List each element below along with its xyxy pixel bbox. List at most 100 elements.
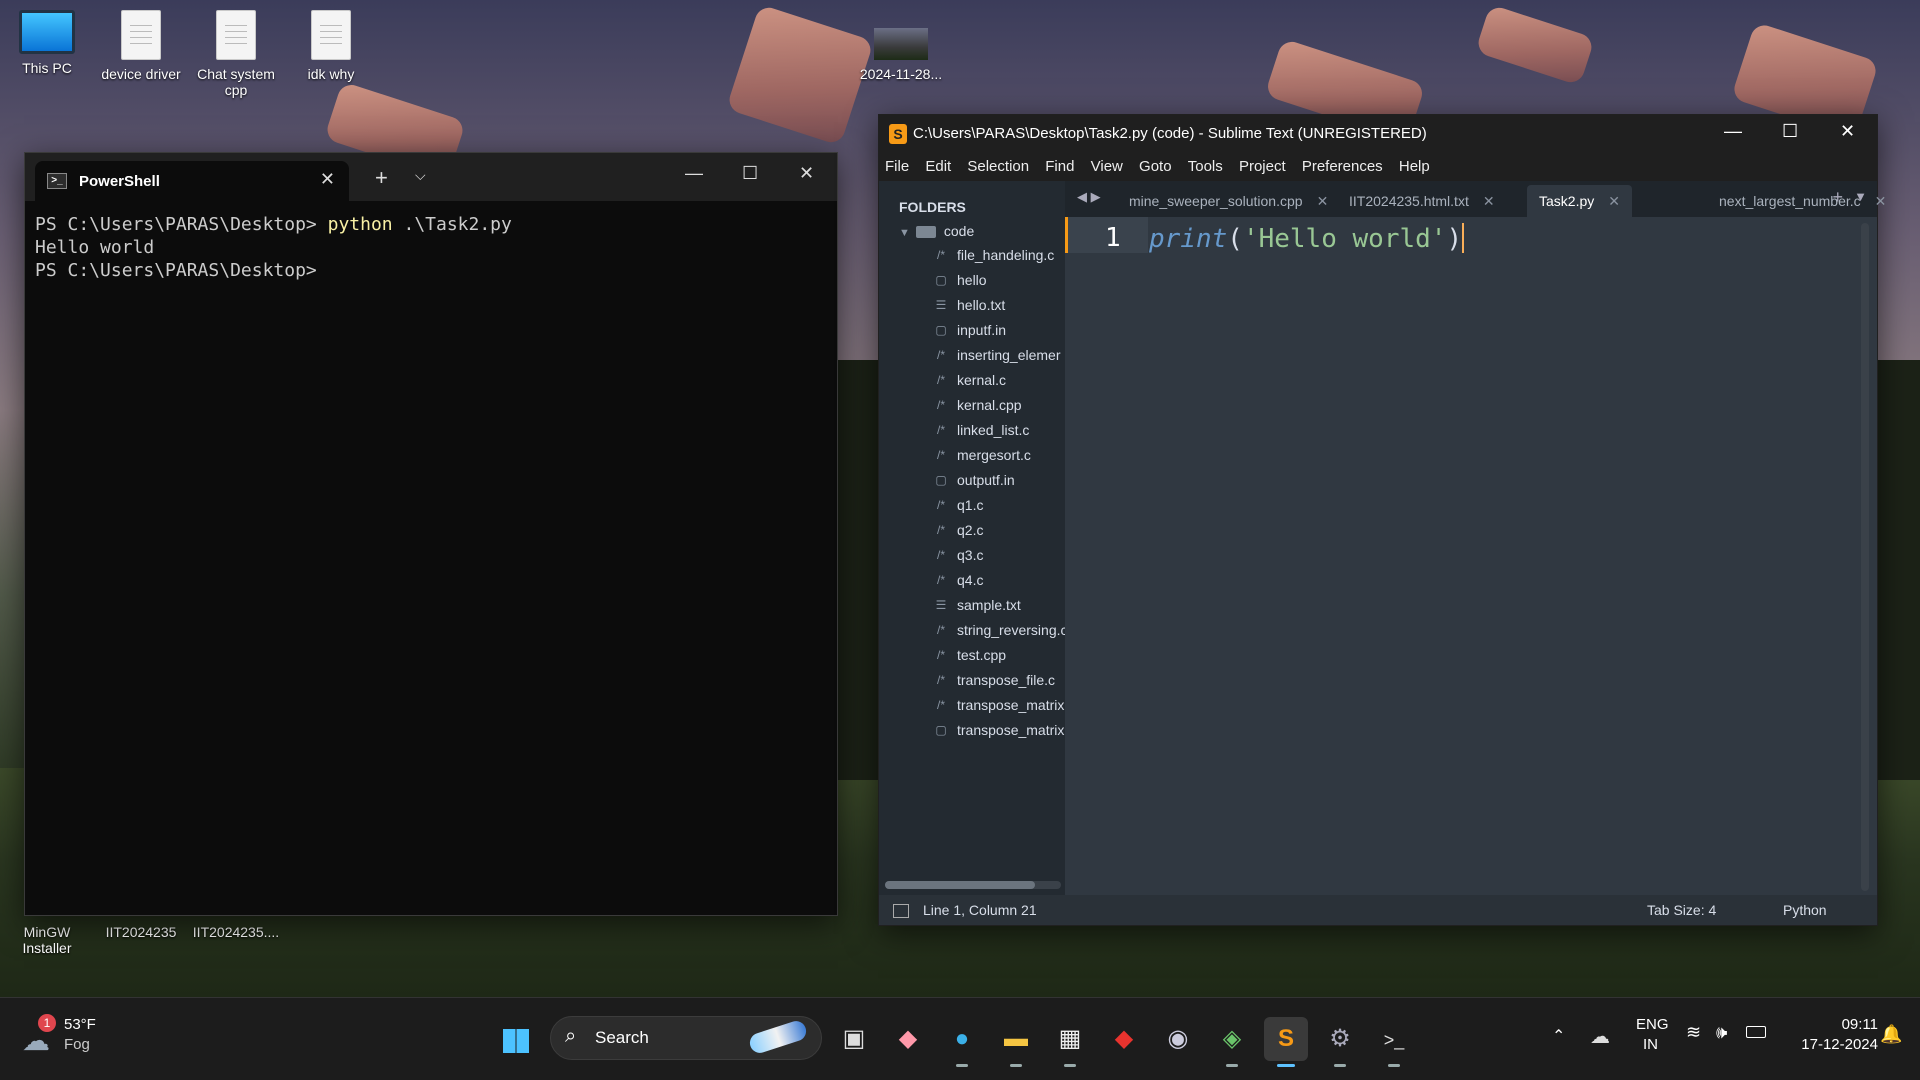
sidebar-file[interactable]: /* linked_list.c <box>879 418 1065 443</box>
sublime-window[interactable]: S C:\Users\PARAS\Desktop\Task2.py (code)… <box>878 114 1886 926</box>
sidebar-file[interactable]: ▢ hello <box>879 268 1065 293</box>
monitor-icon <box>19 10 75 54</box>
clock-date[interactable]: 17-12-2024 <box>1778 1036 1878 1053</box>
camera-button[interactable]: ◉ <box>1156 1017 1200 1061</box>
volume-icon[interactable]: 🕪 <box>1716 1022 1727 1043</box>
menu-preferences[interactable]: Preferences <box>1296 153 1389 175</box>
sidebar-scrollbar[interactable] <box>885 881 1061 889</box>
sidebar-file[interactable]: /* kernal.c <box>879 368 1065 393</box>
menu-selection[interactable]: Selection <box>961 153 1035 175</box>
store-button[interactable]: ▦ <box>1048 1017 1092 1067</box>
terminal-taskbar-button[interactable]: >_ <box>1372 1017 1416 1067</box>
settings-button[interactable]: ⚙ <box>1318 1017 1362 1067</box>
close-window-button[interactable]: ✕ <box>799 163 814 184</box>
running-indicator <box>956 1064 968 1067</box>
desktop-icon-iit2024235[interactable]: IIT2024235 <box>96 924 186 940</box>
taskbar-search[interactable]: ⌕ Search <box>550 1016 822 1060</box>
weather-widget[interactable]: ☁ 1 <box>22 1014 62 1056</box>
language-primary[interactable]: ENG <box>1636 1016 1669 1033</box>
sidebar-file[interactable]: ▢ transpose_matrix <box>879 718 1065 743</box>
sidebar-file[interactable]: /* transpose_matrix <box>879 693 1065 718</box>
scrollbar-thumb[interactable] <box>885 881 1035 889</box>
close-window-button[interactable]: ✕ <box>1840 121 1855 142</box>
syntax-indicator[interactable]: Python <box>1783 902 1827 918</box>
tab-list-dropdown-icon[interactable]: ▼ <box>1854 189 1867 204</box>
copilot-button[interactable]: ◆ <box>886 1017 930 1061</box>
desktop-icon-device-driver[interactable]: device driver <box>96 10 186 82</box>
menu-find[interactable]: Find <box>1039 153 1080 175</box>
sidebar-file[interactable]: /* string_reversing.c <box>879 618 1065 643</box>
sidebar-file[interactable]: /* transpose_file.c <box>879 668 1065 693</box>
task-view-button[interactable]: ▣ <box>832 1017 876 1061</box>
close-tab-icon[interactable]: ✕ <box>320 169 335 190</box>
sidebar-file[interactable]: ☰ sample.txt <box>879 593 1065 618</box>
menu-edit[interactable]: Edit <box>919 153 957 175</box>
sidebar-file[interactable]: ▢ outputf.in <box>879 468 1065 493</box>
sidebar-file[interactable]: ☰ hello.txt <box>879 293 1065 318</box>
language-region[interactable]: IN <box>1643 1036 1658 1053</box>
maximize-button[interactable]: ☐ <box>1782 121 1798 142</box>
tab-task2[interactable]: Task2.py ✕ <box>1527 185 1632 217</box>
desktop-icon-this-pc[interactable]: This PC <box>2 10 92 76</box>
source-file-icon: /* <box>936 398 945 412</box>
tab-nav-arrows-icon[interactable]: ◀ ▶ <box>1077 189 1101 205</box>
terminal-console[interactable]: PS C:\Users\PARAS\Desktop> python .\Task… <box>25 201 837 294</box>
app-red-button[interactable]: ◆ <box>1102 1017 1146 1061</box>
close-icon[interactable]: ✕ <box>1875 193 1887 209</box>
minimize-button[interactable]: — <box>1724 121 1742 142</box>
clock-time[interactable]: 09:11 <box>1808 1016 1878 1033</box>
tab-iit2024235[interactable]: IIT2024235.html.txt ✕ <box>1349 185 1495 217</box>
sidebar-file[interactable]: /* inserting_elemer <box>879 343 1065 368</box>
file-icon: ▢ <box>935 723 947 737</box>
triangle-down-icon[interactable]: ▼ <box>899 227 910 239</box>
panel-toggle-icon[interactable] <box>893 904 909 918</box>
file-explorer-button[interactable]: ▬ <box>994 1017 1038 1067</box>
new-tab-button[interactable]: + <box>375 165 388 191</box>
sublime-taskbar-button[interactable]: S <box>1264 1017 1308 1067</box>
wifi-icon[interactable]: ≋ <box>1686 1022 1701 1043</box>
desktop-icon-iit2024235-2[interactable]: IIT2024235.... <box>191 924 281 940</box>
minimize-button[interactable]: — <box>685 163 703 184</box>
chevron-down-icon[interactable]: ⌵ <box>415 167 426 184</box>
menu-tools[interactable]: Tools <box>1182 153 1229 175</box>
menu-file[interactable]: File <box>879 153 915 175</box>
desktop-icon-mingw[interactable]: MinGW Installer <box>2 924 92 956</box>
git-app-button[interactable]: ◈ <box>1210 1017 1254 1067</box>
tab-mine-sweeper[interactable]: mine_sweeper_solution.cpp ✕ <box>1129 185 1328 217</box>
terminal-tab-powershell[interactable]: >_ PowerShell ✕ <box>35 161 349 201</box>
code-line[interactable]: print('Hello world') <box>1149 223 1465 254</box>
new-tab-button[interactable]: + <box>1832 187 1843 208</box>
editor-scrollbar[interactable] <box>1861 223 1869 891</box>
sidebar-file[interactable]: /* file_handeling.c <box>879 243 1065 268</box>
menu-view[interactable]: View <box>1085 153 1129 175</box>
sidebar-file[interactable]: /* q3.c <box>879 543 1065 568</box>
chevron-up-icon[interactable]: ⌃ <box>1552 1026 1565 1046</box>
close-icon[interactable]: ✕ <box>1608 193 1620 209</box>
tab-size[interactable]: Tab Size: 4 <box>1647 902 1716 918</box>
source-file-icon: /* <box>936 423 945 437</box>
start-button[interactable] <box>494 1017 538 1061</box>
menu-goto[interactable]: Goto <box>1133 153 1178 175</box>
close-icon[interactable]: ✕ <box>1483 193 1495 209</box>
sidebar-file[interactable]: /* q1.c <box>879 493 1065 518</box>
maximize-button[interactable]: ☐ <box>742 163 758 184</box>
sidebar-file[interactable]: /* q4.c <box>879 568 1065 593</box>
sidebar-file[interactable]: /* kernal.cpp <box>879 393 1065 418</box>
powershell-window[interactable]: >_ PowerShell ✕ + ⌵ — ☐ ✕ PS C:\Users\PA… <box>24 152 838 916</box>
sidebar-folder-code[interactable]: ▼ code <box>879 221 1065 243</box>
battery-icon[interactable] <box>1746 1026 1766 1038</box>
onedrive-cloud-icon[interactable]: ☁ <box>1590 1024 1610 1049</box>
sidebar-file[interactable]: /* q2.c <box>879 518 1065 543</box>
notification-bell-icon[interactable]: 🔔 <box>1880 1024 1902 1045</box>
sidebar-file[interactable]: /* mergesort.c <box>879 443 1065 468</box>
menu-help[interactable]: Help <box>1393 153 1436 175</box>
menu-project[interactable]: Project <box>1233 153 1292 175</box>
sidebar-file[interactable]: /* test.cpp <box>879 643 1065 668</box>
desktop-icon-idk-why[interactable]: idk why <box>286 10 376 82</box>
desktop-icon-image[interactable]: 2024-11-28... <box>856 14 946 82</box>
close-icon[interactable]: ✕ <box>1317 193 1329 209</box>
sidebar-file[interactable]: ▢ inputf.in <box>879 318 1065 343</box>
code-editor[interactable]: 1 print('Hello world') <box>1065 217 1877 895</box>
desktop-icon-chat-system[interactable]: Chat system cpp <box>191 10 281 98</box>
edge-button[interactable]: ● <box>940 1017 984 1067</box>
